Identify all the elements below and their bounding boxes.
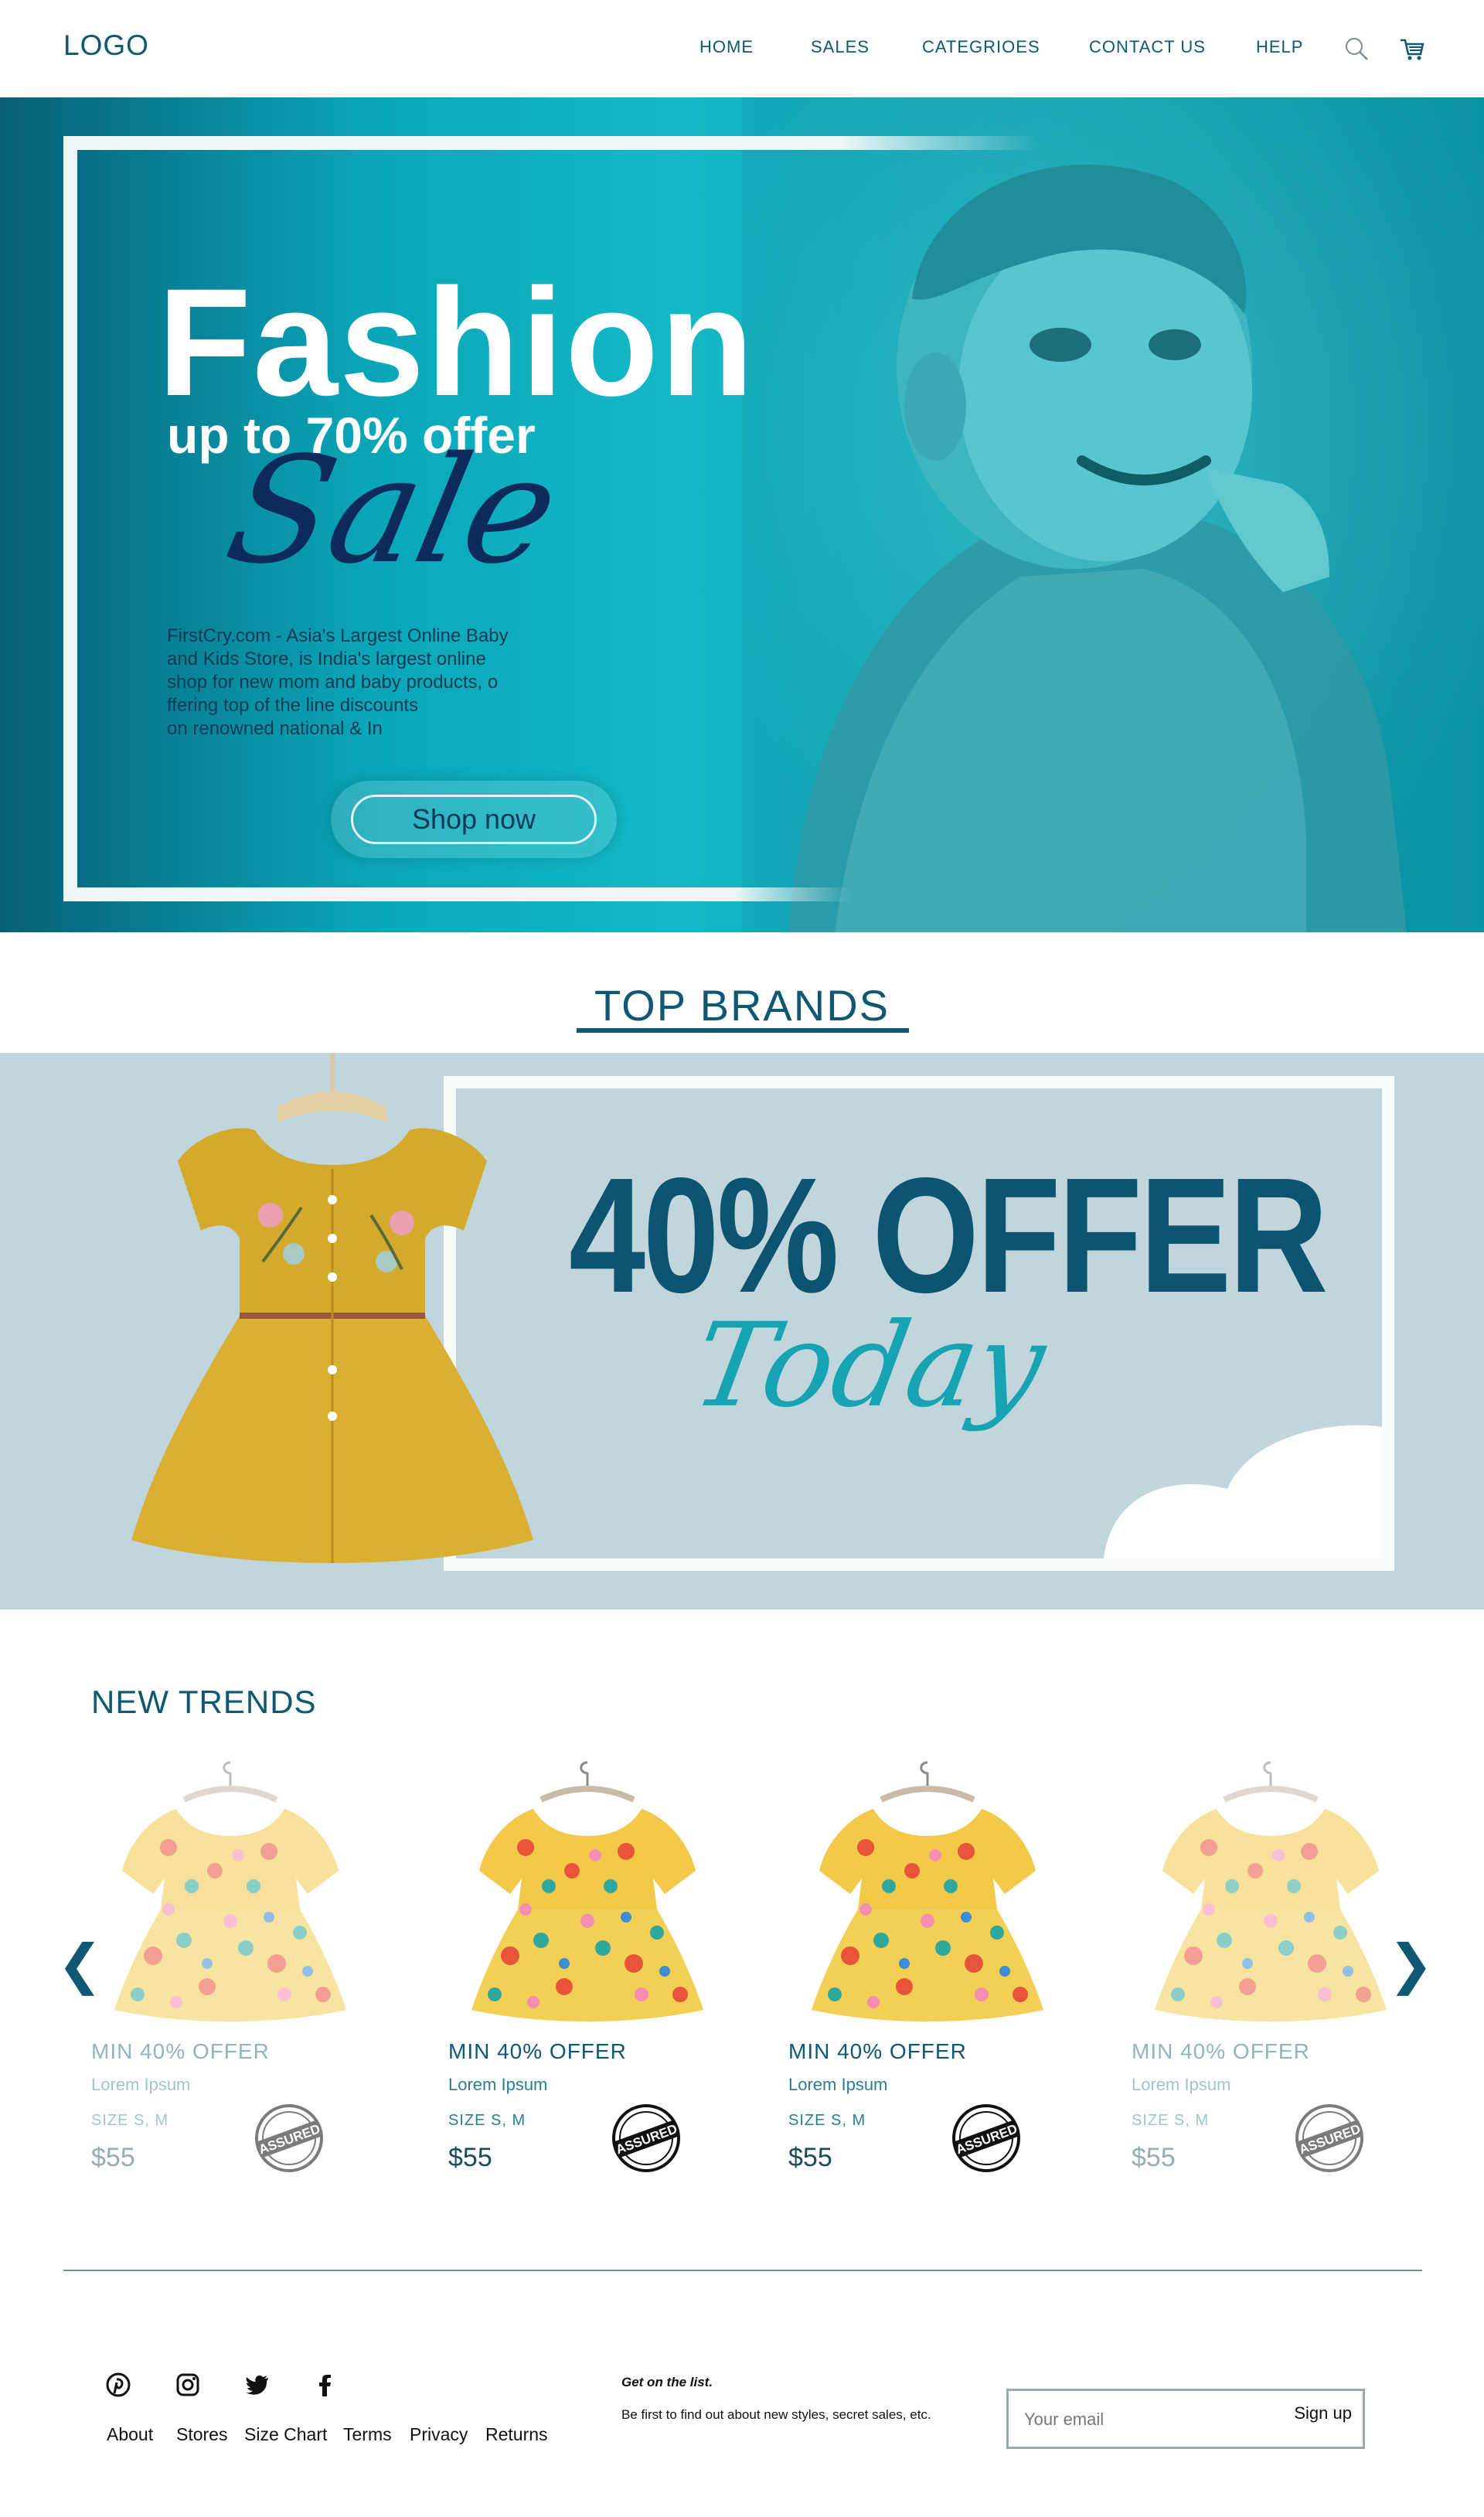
instagram-icon[interactable] — [175, 2372, 201, 2398]
top-brands-heading: TOP BRANDS — [594, 981, 890, 1030]
product-card[interactable]: MIN 40% OFFER Lorem Ipsum SIZE S, M $55 … — [788, 1755, 1067, 2188]
hero-title: Fashion — [158, 257, 756, 427]
shop-now-container: Shop now — [331, 781, 617, 858]
newsletter-description: Be first to find out about new styles, s… — [621, 2407, 931, 2422]
newsletter-title: Get on the list. — [621, 2375, 713, 2389]
footer-link-size-chart[interactable]: Size Chart — [244, 2424, 327, 2445]
floral-dress-image — [114, 1761, 346, 2021]
floral-dress-image — [1155, 1761, 1387, 2021]
product-size: SIZE S, M — [1132, 2112, 1210, 2129]
product-price: $55 — [448, 2143, 492, 2172]
product-description: Lorem Ipsum — [788, 2075, 888, 2094]
offer-headline: 40% OFFER — [569, 1143, 1328, 1327]
assured-badge: ASSURED — [255, 2104, 323, 2172]
cloud-decoration — [1104, 1425, 1382, 1558]
footer-link-stores[interactable]: Stores — [176, 2424, 227, 2445]
nav-help[interactable]: HELP — [1256, 37, 1303, 57]
footer-link-returns[interactable]: Returns — [485, 2424, 548, 2445]
search-icon[interactable] — [1343, 36, 1370, 62]
pinterest-icon[interactable] — [105, 2372, 131, 2398]
email-field[interactable] — [1024, 2402, 1256, 2437]
product-price: $55 — [1132, 2143, 1176, 2172]
new-trends-heading: NEW TRENDS — [91, 1684, 317, 1720]
floral-dress-image — [812, 1761, 1043, 2021]
footer-link-about[interactable]: About — [107, 2424, 153, 2445]
product-card[interactable]: MIN 40% OFFER Lorem Ipsum SIZE S, M $55 … — [1132, 1755, 1410, 2188]
product-description: Lorem Ipsum — [1132, 2075, 1231, 2094]
nav-sales[interactable]: SALES — [811, 37, 870, 57]
hero-frame-top — [63, 136, 1037, 150]
nav-contact-us[interactable]: CONTACT US — [1089, 37, 1206, 57]
hero-sale-script: Sale — [213, 425, 573, 596]
yellow-dress-image — [131, 1053, 533, 1563]
product-description: Lorem Ipsum — [448, 2075, 548, 2094]
product-card[interactable]: MIN 40% OFFER Lorem Ipsum SIZE S, M $55 … — [448, 1755, 727, 2188]
footer-divider — [63, 2270, 1422, 2271]
product-description: Lorem Ipsum — [91, 2075, 191, 2094]
product-size: SIZE S, M — [91, 2112, 169, 2129]
shop-now-button[interactable]: Shop now — [351, 795, 597, 844]
assured-badge: ASSURED — [612, 2104, 680, 2172]
twitter-icon[interactable] — [244, 2372, 271, 2398]
product-offer: MIN 40% OFFER — [448, 2039, 627, 2063]
logo[interactable]: LOGO — [63, 29, 149, 62]
product-size: SIZE S, M — [788, 2112, 866, 2129]
floral-dress-image — [471, 1761, 703, 2021]
product-card[interactable]: MIN 40% OFFER Lorem Ipsum SIZE S, M $55 … — [91, 1755, 369, 2188]
cart-icon[interactable] — [1399, 36, 1425, 62]
top-brands-underline — [577, 1028, 909, 1033]
hero-frame-left — [63, 136, 79, 901]
top-nav: LOGO HOME SALES CATEGRIOES CONTACT US HE… — [0, 0, 1484, 97]
product-offer: MIN 40% OFFER — [788, 2039, 967, 2063]
offer-today-script: Today — [683, 1299, 1055, 1433]
product-size: SIZE S, M — [448, 2112, 526, 2129]
product-offer: MIN 40% OFFER — [1132, 2039, 1310, 2063]
assured-badge: ASSURED — [952, 2104, 1020, 2172]
facebook-icon[interactable] — [312, 2372, 339, 2398]
product-price: $55 — [91, 2143, 135, 2172]
footer-link-terms[interactable]: Terms — [343, 2424, 392, 2445]
newsletter-form: Sign up — [1006, 2389, 1365, 2449]
sign-up-button[interactable]: Sign up — [1294, 2403, 1352, 2423]
hero-description: FirstCry.com - Asia's Largest Online Bab… — [167, 625, 509, 739]
offer-banner[interactable]: 40% OFFER Today — [0, 1053, 1484, 1609]
product-price: $55 — [788, 2143, 832, 2172]
assured-badge: ASSURED — [1295, 2104, 1363, 2172]
hero-baby-image — [742, 97, 1484, 932]
footer-link-privacy[interactable]: Privacy — [410, 2424, 468, 2445]
nav-categories[interactable]: CATEGRIOES — [922, 37, 1040, 57]
nav-home[interactable]: HOME — [699, 37, 754, 57]
hero-banner: Fashion up to 70% offer Sale FirstCry.co… — [0, 97, 1484, 932]
product-offer: MIN 40% OFFER — [91, 2039, 270, 2063]
hero-frame-bottom — [63, 887, 852, 901]
